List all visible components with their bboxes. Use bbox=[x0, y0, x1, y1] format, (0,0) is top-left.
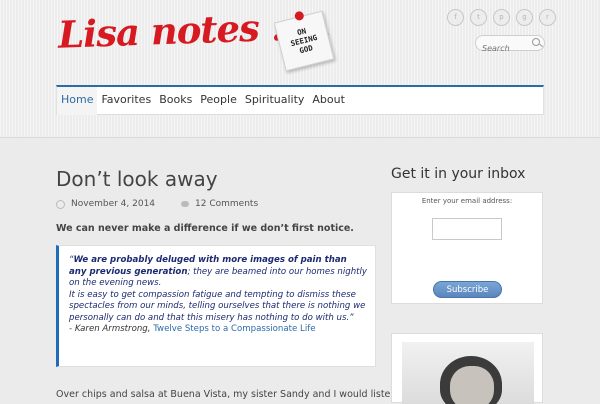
search-icon[interactable] bbox=[532, 38, 540, 46]
nav-item-home[interactable]: Home bbox=[57, 87, 98, 115]
comment-icon bbox=[181, 201, 190, 207]
rss-icon[interactable]: r bbox=[539, 9, 556, 26]
nav-item-about[interactable]: About bbox=[308, 87, 349, 115]
email-field[interactable] bbox=[432, 218, 502, 240]
nav-item-people[interactable]: People bbox=[196, 87, 241, 115]
author-photo bbox=[402, 342, 534, 404]
post-title[interactable]: Don’t look away bbox=[56, 167, 218, 191]
email-label: Enter your email address: bbox=[421, 197, 513, 205]
google-plus-icon[interactable]: g bbox=[516, 9, 533, 26]
blockquote: “We are probably deluged with more image… bbox=[56, 245, 376, 367]
post-body: Over chips and salsa at Buena Vista, my … bbox=[56, 389, 397, 400]
book-link[interactable]: Twelve Steps to a Compassionate Life bbox=[153, 324, 315, 334]
quote-text-2: It is easy to get compassion fatigue and… bbox=[69, 289, 366, 323]
twitter-icon[interactable]: t bbox=[470, 9, 487, 26]
photo-face bbox=[450, 366, 494, 404]
nav-item-books[interactable]: Books bbox=[155, 87, 196, 115]
facebook-icon[interactable]: f bbox=[447, 9, 464, 26]
post-lead: We can never make a difference if we don… bbox=[56, 223, 354, 234]
pinterest-icon[interactable]: p bbox=[493, 9, 510, 26]
author-photo-widget bbox=[391, 333, 543, 404]
email-signup-widget: Enter your email address: Subscribe bbox=[391, 192, 543, 304]
sidebar-title: Get it in your inbox bbox=[391, 166, 526, 182]
social-links: f t p g r bbox=[447, 9, 556, 26]
site-header: Lisa notes . . . ON SEEING GOD f t p g r… bbox=[0, 0, 600, 138]
quote-attribution: - Karen Armstrong, bbox=[69, 324, 151, 334]
nav-item-spirituality[interactable]: Spirituality bbox=[241, 87, 309, 115]
comments-link[interactable]: 12 Comments bbox=[195, 199, 258, 209]
post-meta: November 4, 2014 12 Comments bbox=[56, 199, 258, 209]
search-box bbox=[475, 35, 545, 55]
main-nav: Home Favorites Books People Spirituality… bbox=[56, 85, 544, 115]
post-date[interactable]: November 4, 2014 bbox=[71, 199, 155, 209]
nav-item-favorites[interactable]: Favorites bbox=[97, 87, 155, 115]
clock-icon bbox=[56, 199, 65, 209]
subscribe-button[interactable]: Subscribe bbox=[433, 281, 502, 298]
search-input[interactable] bbox=[476, 41, 532, 55]
